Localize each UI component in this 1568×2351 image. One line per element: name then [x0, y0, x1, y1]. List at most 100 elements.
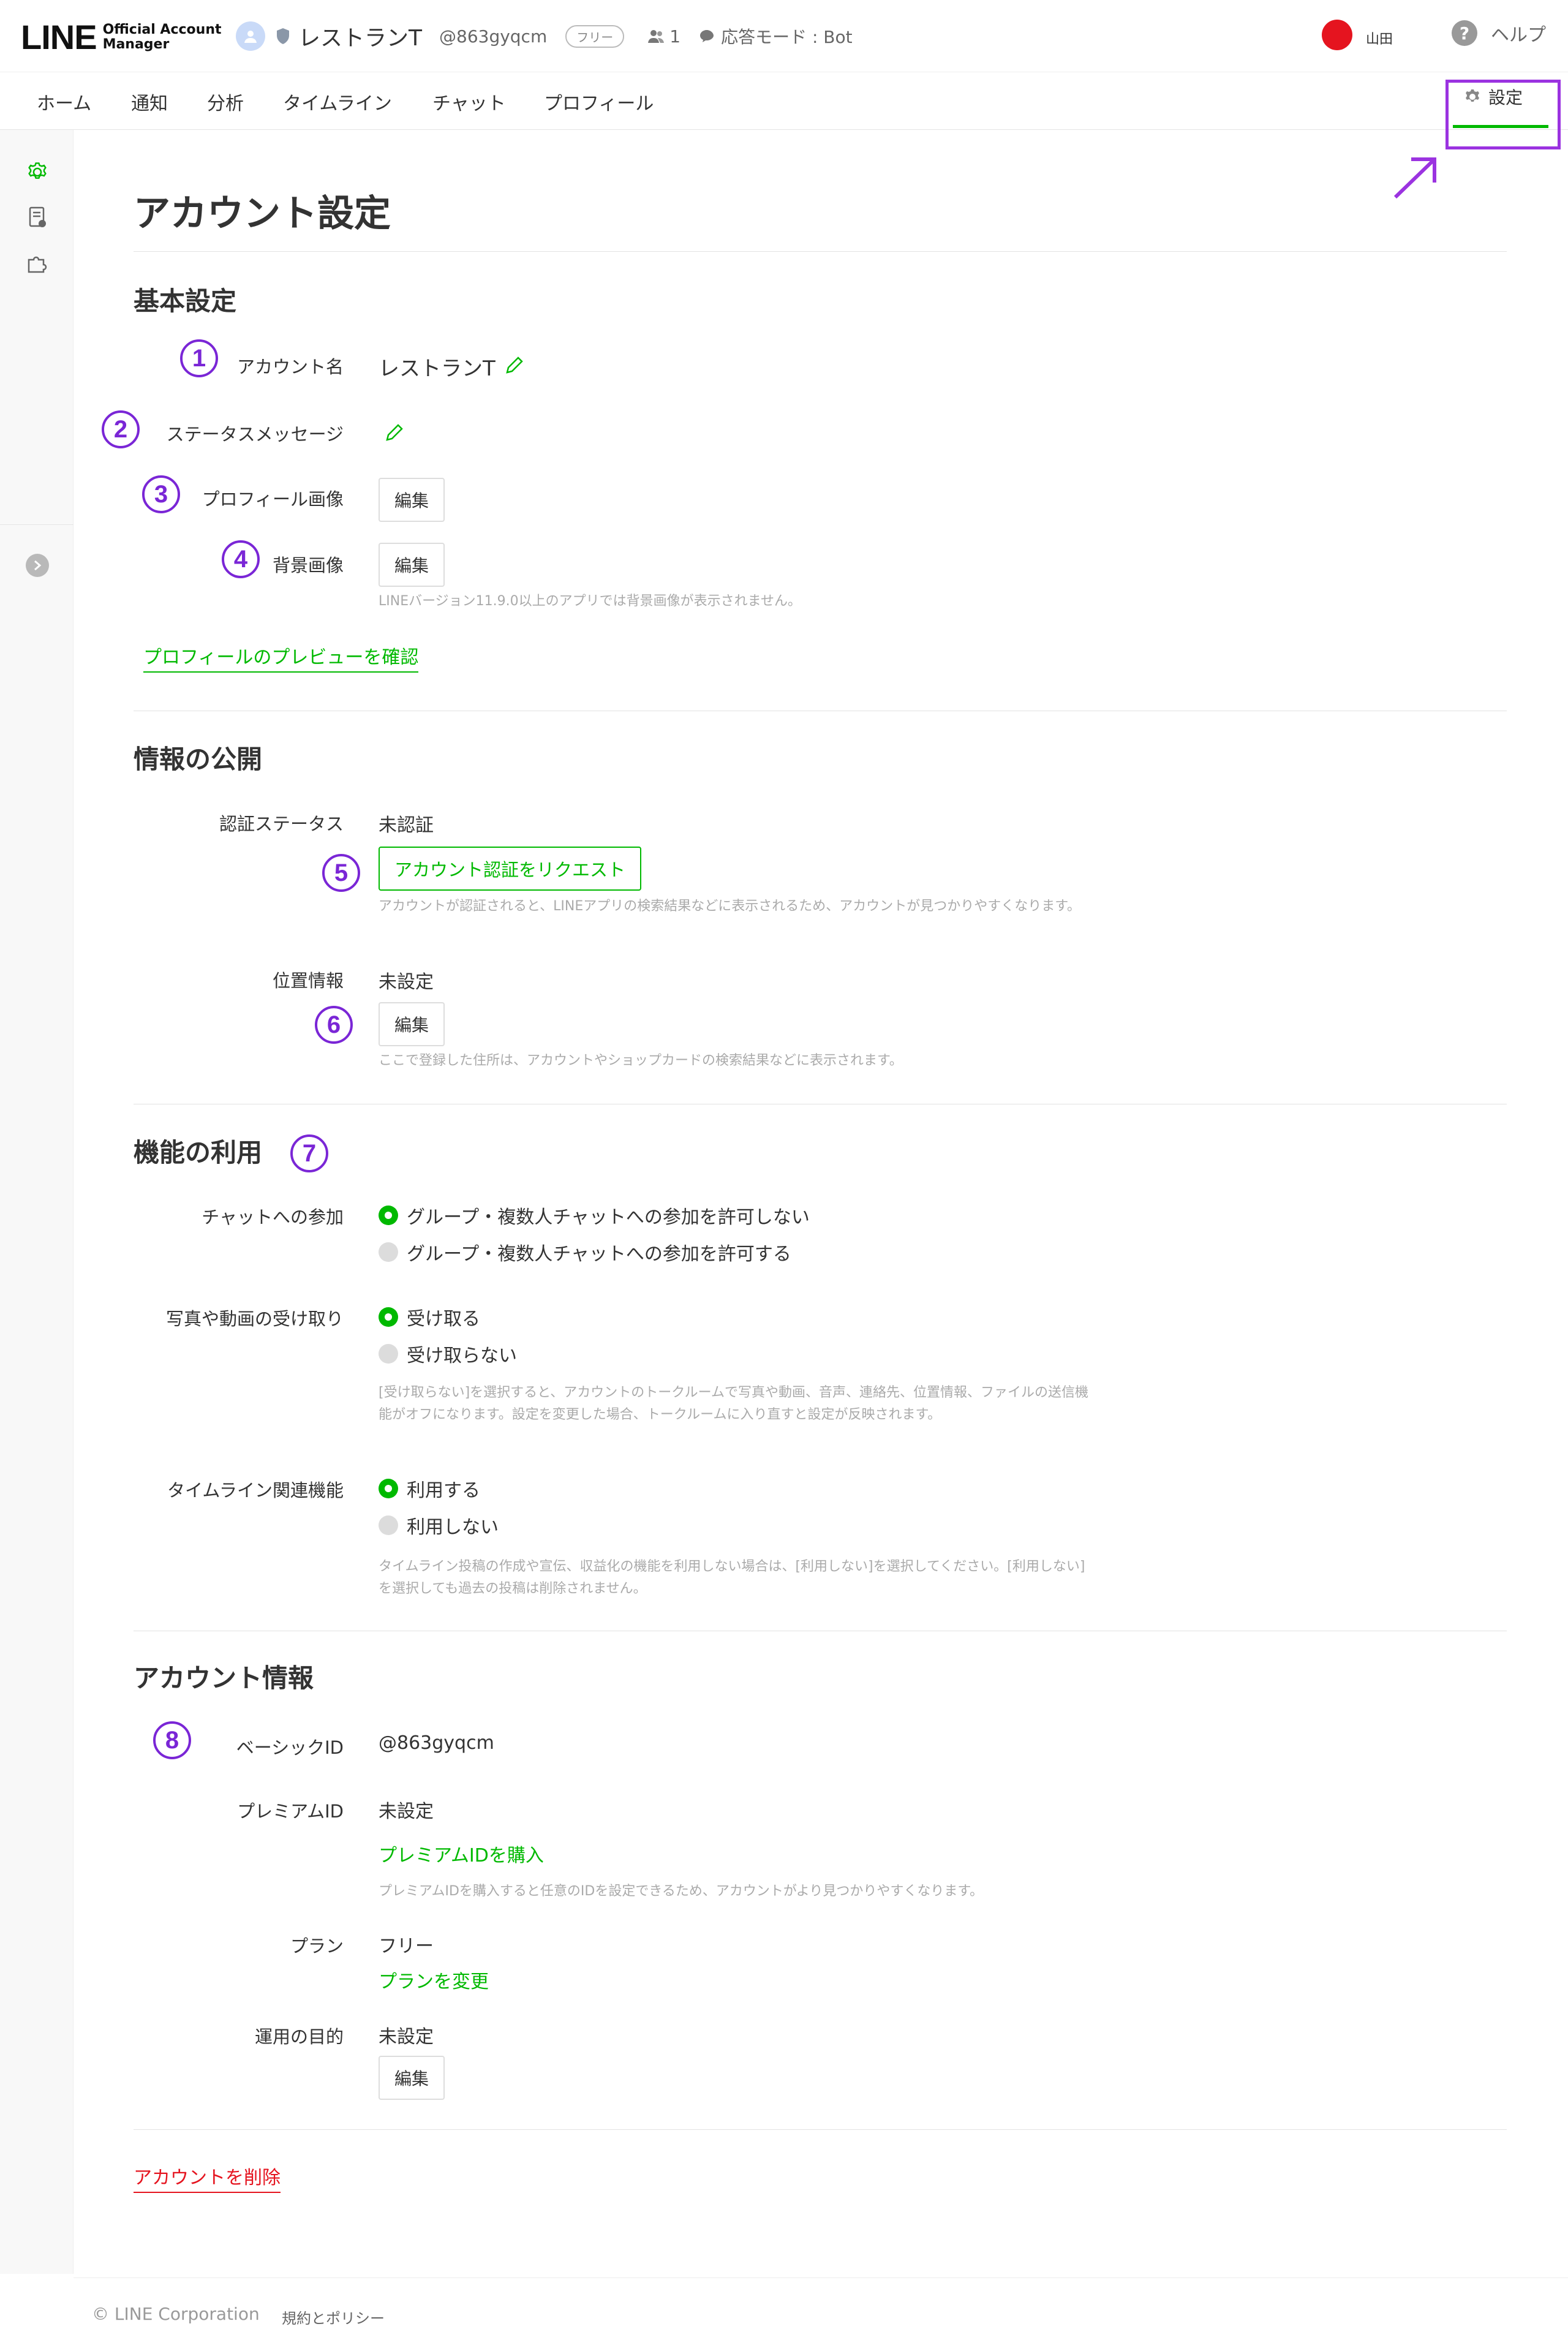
purpose-label: 運用の目的 [254, 2026, 344, 2047]
request-verification-button[interactable]: アカウント認証をリクエスト [379, 847, 642, 891]
tab-notifications[interactable]: 通知 [131, 88, 168, 115]
account-name: レストランT [298, 26, 422, 51]
media-receive-label: 写真や動画の受け取り [165, 1308, 344, 1329]
purpose-edit-button[interactable]: 編集 [379, 2056, 445, 2100]
auth-status-value: 未認証 [379, 815, 434, 836]
chat-bubble-icon [700, 30, 714, 42]
basic-id-label: ベーシックID [236, 1737, 344, 1758]
section-title-basic: 基本設定 [134, 286, 237, 316]
timeline-note: タイムライン投稿の作成や宣伝、収益化の機能を利用しない場合は、[利用しない]を選… [379, 1559, 1085, 1596]
radio-selected[interactable] [379, 1307, 398, 1327]
annotation-number: 7 [290, 1134, 328, 1172]
location-value: 未設定 [379, 972, 434, 993]
help-label: ヘルプ [1491, 25, 1546, 46]
plan-badge: フリー [565, 25, 625, 48]
chat-option-allow[interactable]: グループ・複数人チャットへの参加を許可する [379, 1239, 791, 1266]
tab-profile[interactable]: プロフィール [544, 88, 654, 115]
radio-unselected[interactable] [379, 1515, 398, 1535]
logo-subtitle: Official Account Manager [102, 21, 222, 52]
buy-premium-id-link[interactable]: プレミアムIDを購入 [379, 1840, 544, 1867]
document-icon[interactable] [24, 205, 50, 230]
chat-option-disallow[interactable]: グループ・複数人チャットへの参加を許可しない [379, 1202, 810, 1229]
page-title: アカウント設定 [134, 192, 391, 235]
pencil-icon[interactable] [383, 421, 405, 443]
annotation-number: 4 [222, 540, 260, 578]
radio-selected[interactable] [379, 1206, 398, 1225]
pencil-icon[interactable] [503, 354, 526, 376]
radio-selected[interactable] [379, 1479, 398, 1498]
sidebar-divider [0, 524, 74, 525]
top-header: LINE Official Account Manager レストランT @86… [0, 0, 1568, 72]
purpose-value: 未設定 [379, 2026, 434, 2048]
tab-home[interactable]: ホーム [37, 88, 91, 115]
response-mode[interactable]: 応答モード : Bot [699, 24, 853, 48]
media-option-reject[interactable]: 受け取らない [379, 1340, 517, 1367]
timeline-features-label: タイムライン関連機能 [167, 1480, 344, 1501]
terms-link[interactable]: 規約とポリシー [282, 2306, 385, 2328]
puzzle-icon[interactable] [24, 250, 50, 276]
user-avatar [1322, 20, 1352, 50]
profile-preview-link[interactable]: プロフィールのプレビューを確認 [143, 642, 419, 673]
tab-analytics[interactable]: 分析 [207, 88, 244, 115]
premium-id-value: 未設定 [379, 1801, 434, 1822]
location-note: ここで登録した住所は、アカウントやショップカードの検索結果などに表示されます。 [379, 1053, 903, 1068]
person-icon [244, 31, 257, 43]
annotation-number: 2 [102, 410, 140, 448]
account-switcher[interactable]: レストランT @863gyqcm フリー 1 応答モード : Bot [236, 20, 853, 53]
change-plan-link[interactable]: プランを変更 [379, 1966, 489, 1993]
timeline-option-use[interactable]: 利用する [379, 1475, 480, 1502]
logo-text: LINE [21, 18, 97, 56]
footer: © LINE Corporation 規約とポリシー [74, 2277, 1568, 2351]
shield-icon [275, 27, 291, 45]
basic-id-value: @863gyqcm [379, 1732, 494, 1754]
tab-chat[interactable]: チャット [432, 88, 506, 115]
line-logo[interactable]: LINE Official Account Manager [21, 17, 222, 57]
status-message-label: ステータスメッセージ [166, 424, 344, 445]
people-icon [648, 30, 665, 43]
verification-note: アカウントが認証されると、LINEアプリの検索結果などに表示されるため、アカウン… [379, 899, 1081, 914]
account-avatar [236, 21, 265, 51]
media-option-receive[interactable]: 受け取る [379, 1304, 480, 1330]
location-edit-button[interactable]: 編集 [379, 1002, 445, 1046]
annotation-number: 5 [322, 854, 360, 892]
settings-content: アカウント設定 基本設定 1 アカウント名 レストランT 2 ステータスメッセー… [74, 130, 1568, 2274]
radio-unselected[interactable] [379, 1242, 398, 1262]
account-name-value: レストランT [379, 357, 496, 381]
profile-image-label: プロフィール画像 [202, 489, 344, 510]
user-menu[interactable]: 山田 [1322, 20, 1393, 50]
friend-count: 1 [647, 26, 680, 47]
plan-label: プラン [290, 1936, 344, 1957]
background-image-note: LINEバージョン11.9.0以上のアプリでは背景画像が表示されません。 [379, 594, 801, 609]
sidebar-expand-button[interactable] [26, 554, 49, 577]
account-id: @863gyqcm [439, 26, 548, 47]
media-note: [受け取らない]を選択すると、アカウントのトークルームで写真や動画、音声、連絡先… [379, 1385, 1088, 1422]
background-image-label: 背景画像 [272, 555, 344, 576]
question-icon: ? [1452, 20, 1477, 46]
section-title-publication: 情報の公開 [134, 744, 263, 774]
account-name-label: アカウント名 [236, 357, 344, 377]
chat-participation-label: チャットへの参加 [202, 1207, 344, 1228]
annotation-number: 6 [315, 1006, 353, 1044]
radio-unselected[interactable] [379, 1344, 398, 1364]
tab-timeline[interactable]: タイムライン [283, 88, 392, 115]
section-title-features: 機能の利用 [134, 1138, 263, 1168]
user-name: 山田 [1366, 32, 1393, 47]
annotation-number: 3 [142, 475, 180, 513]
background-image-edit-button[interactable]: 編集 [379, 543, 445, 587]
plan-value: フリー [379, 1936, 434, 1957]
premium-id-label: プレミアムID [237, 1801, 344, 1822]
timeline-option-not-use[interactable]: 利用しない [379, 1512, 499, 1539]
gear-icon[interactable] [24, 159, 50, 185]
annotation-number: 1 [180, 339, 218, 377]
divider [134, 251, 1507, 252]
delete-account-link[interactable]: アカウントを削除 [134, 2162, 281, 2193]
section-title-account-info: アカウント情報 [134, 1663, 314, 1693]
copyright: © LINE Corporation [92, 2304, 260, 2324]
location-label: 位置情報 [272, 970, 344, 991]
divider [134, 2129, 1507, 2130]
profile-image-edit-button[interactable]: 編集 [379, 478, 445, 522]
help-link[interactable]: ? ヘルプ [1452, 20, 1546, 47]
chevron-right-icon [34, 560, 42, 571]
main-nav: ホーム 通知 分析 タイムライン チャット プロフィール 設定 [0, 72, 1568, 130]
premium-id-note: プレミアムIDを購入すると任意のIDを設定できるため、アカウントがより見つかりや… [379, 1884, 984, 1899]
